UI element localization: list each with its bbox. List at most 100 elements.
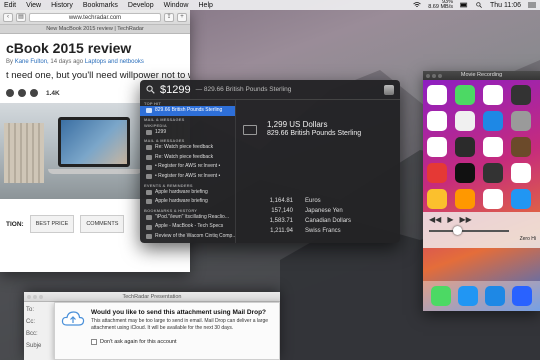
minimize-button[interactable] [33, 295, 37, 299]
window-title-bar: Movie Recording [423, 71, 540, 80]
menu-view[interactable]: View [26, 2, 41, 9]
section-link[interactable]: Laptops and netbooks [85, 59, 144, 65]
close-button[interactable] [426, 73, 430, 78]
bcc-field-label[interactable]: Bcc: [26, 328, 52, 340]
result-item[interactable]: "iPod."/iewn" \tscillating Reaclio... [140, 213, 235, 223]
conversion-target: 829.66 British Pounds Sterling [267, 130, 362, 137]
address-bar[interactable]: www.techradar.com [29, 12, 161, 22]
result-label: 829.66 British Pounds Sterling [155, 107, 223, 113]
comments-button[interactable]: COMMENTS [80, 215, 125, 233]
result-item[interactable]: Re: Watch piece feedback [140, 143, 235, 153]
rewind-icon[interactable]: ◀◀ [429, 215, 441, 224]
maps-app-icon[interactable] [427, 137, 447, 157]
notes-app-icon[interactable] [511, 163, 531, 183]
minimize-button[interactable] [432, 73, 436, 78]
to-field-label[interactable]: To: [26, 304, 52, 316]
conversion-row: 1,583.71 Canadian Dollars [245, 216, 395, 226]
safari-app-icon[interactable] [485, 286, 506, 306]
result-item[interactable]: Apple hardware briefing [140, 188, 235, 198]
result-item[interactable]: 1299 [140, 128, 235, 138]
wallet-app-icon[interactable] [455, 163, 475, 183]
new-tab-button[interactable]: + [177, 12, 187, 22]
spotlight-search-bar[interactable]: $1299 — 829.66 British Pounds Sterling [140, 80, 400, 100]
menu-window[interactable]: Window [164, 2, 189, 9]
article-byline: By Kane Fulton, 14 days ago Laptops and … [6, 59, 184, 65]
list-icon[interactable] [528, 2, 536, 8]
mail-icon [146, 155, 152, 161]
forward-icon[interactable]: ▶▶ [459, 215, 471, 224]
tab-title[interactable]: New MacBook 2015 review | TechRadar [0, 25, 190, 34]
zoom-button[interactable] [438, 73, 442, 78]
sidebar-button[interactable]: ▤ [16, 12, 26, 22]
result-item[interactable]: • Register for AWS re:Invent • [140, 172, 235, 182]
music-app-icon[interactable] [455, 137, 475, 157]
search-icon [146, 85, 155, 94]
result-label: • Register for AWS re:Invent • [155, 163, 221, 170]
volume-slider-knob[interactable] [453, 226, 462, 235]
conversion-amount: 157,140 [271, 208, 293, 214]
subject-field-label[interactable]: Subje [26, 340, 52, 352]
calculator-icon [146, 108, 152, 114]
shazam-app-icon[interactable] [483, 111, 503, 131]
app-store-icon[interactable] [427, 163, 447, 183]
result-item-selected[interactable]: 829.66 British Pounds Sterling [140, 106, 235, 116]
camera-app-icon[interactable] [511, 85, 531, 105]
result-item[interactable]: Apple hardware briefing [140, 197, 235, 207]
reddit-app-icon[interactable] [483, 189, 503, 209]
calendar-app-icon[interactable] [427, 111, 447, 131]
phone-app-icon[interactable] [455, 85, 475, 105]
health-app-icon[interactable] [483, 137, 503, 157]
result-item[interactable]: Review of the Wacom Cintiq Comp... [140, 232, 235, 242]
media-controls: ◀◀ ▶ ▶▶ [429, 215, 472, 224]
instagram-app-icon[interactable] [511, 137, 531, 157]
result-item[interactable]: Apple - MacBook - Tech Specs [140, 222, 235, 232]
author-link[interactable]: Kane Fulton, [15, 59, 49, 65]
photos-app-icon[interactable] [483, 85, 503, 105]
network-stats[interactable]: 93% 8.69 MB/s [428, 0, 453, 10]
share-button[interactable]: ⇪ [164, 12, 174, 22]
twitter-share-icon[interactable] [18, 89, 26, 97]
result-item[interactable]: • Register for AWS re:Invent • [140, 162, 235, 172]
window-title: Movie Recording [460, 72, 503, 78]
dont-ask-checkbox-row[interactable]: Don't ask again for this account [91, 339, 177, 345]
facebook-share-icon[interactable] [6, 89, 14, 97]
play-icon[interactable]: ▶ [447, 215, 453, 224]
mail-header-fields: To: Cc: Bcc: Subje [26, 304, 52, 352]
mail-icon [146, 145, 152, 151]
volume-slider-track[interactable] [429, 230, 509, 232]
menu-edit[interactable]: Edit [4, 2, 16, 9]
result-item[interactable]: Re: Watch piece feedback [140, 153, 235, 163]
back-button[interactable]: ‹ [3, 12, 13, 22]
spotlight-query[interactable]: $1299 [160, 84, 191, 96]
menu-history[interactable]: History [51, 2, 73, 9]
menu-help[interactable]: Help [199, 2, 213, 9]
menubar-clock[interactable]: Thu 11:06 [490, 2, 521, 9]
activity-app-icon[interactable] [455, 189, 475, 209]
zoom-button[interactable] [39, 295, 43, 299]
clock-app-icon[interactable] [427, 85, 447, 105]
google-share-icon[interactable] [30, 89, 38, 97]
news-app-icon[interactable] [483, 163, 503, 183]
result-label: "iPod."/iewn" \tscillating Reaclio... [155, 213, 229, 220]
best-price-button[interactable]: BEST PRICE [29, 215, 75, 233]
dont-ask-checkbox[interactable] [91, 339, 97, 345]
cc-field-label[interactable]: Cc: [26, 316, 52, 328]
settings-app-icon[interactable] [511, 111, 531, 131]
folder-app-icon[interactable] [427, 189, 447, 209]
window-controls [27, 295, 43, 299]
mail-app-icon[interactable] [512, 286, 533, 306]
search-icon[interactable] [475, 2, 483, 8]
reminders-app-icon[interactable] [455, 111, 475, 131]
wifi-icon[interactable] [413, 2, 421, 8]
tweetbot-app-icon[interactable] [457, 286, 478, 306]
twitter-app-icon[interactable] [511, 189, 531, 209]
sheet-title: Would you like to send this attachment u… [91, 309, 267, 316]
menu-bookmarks[interactable]: Bookmarks [83, 2, 118, 9]
close-button[interactable] [27, 295, 31, 299]
app-grid [427, 85, 533, 215]
battery-icon[interactable] [460, 2, 468, 8]
messages-app-icon[interactable] [430, 286, 451, 306]
conversion-row: 157,140 Japanese Yen [245, 206, 395, 216]
menu-develop[interactable]: Develop [128, 2, 154, 9]
byline-time: 14 days ago [50, 59, 84, 65]
